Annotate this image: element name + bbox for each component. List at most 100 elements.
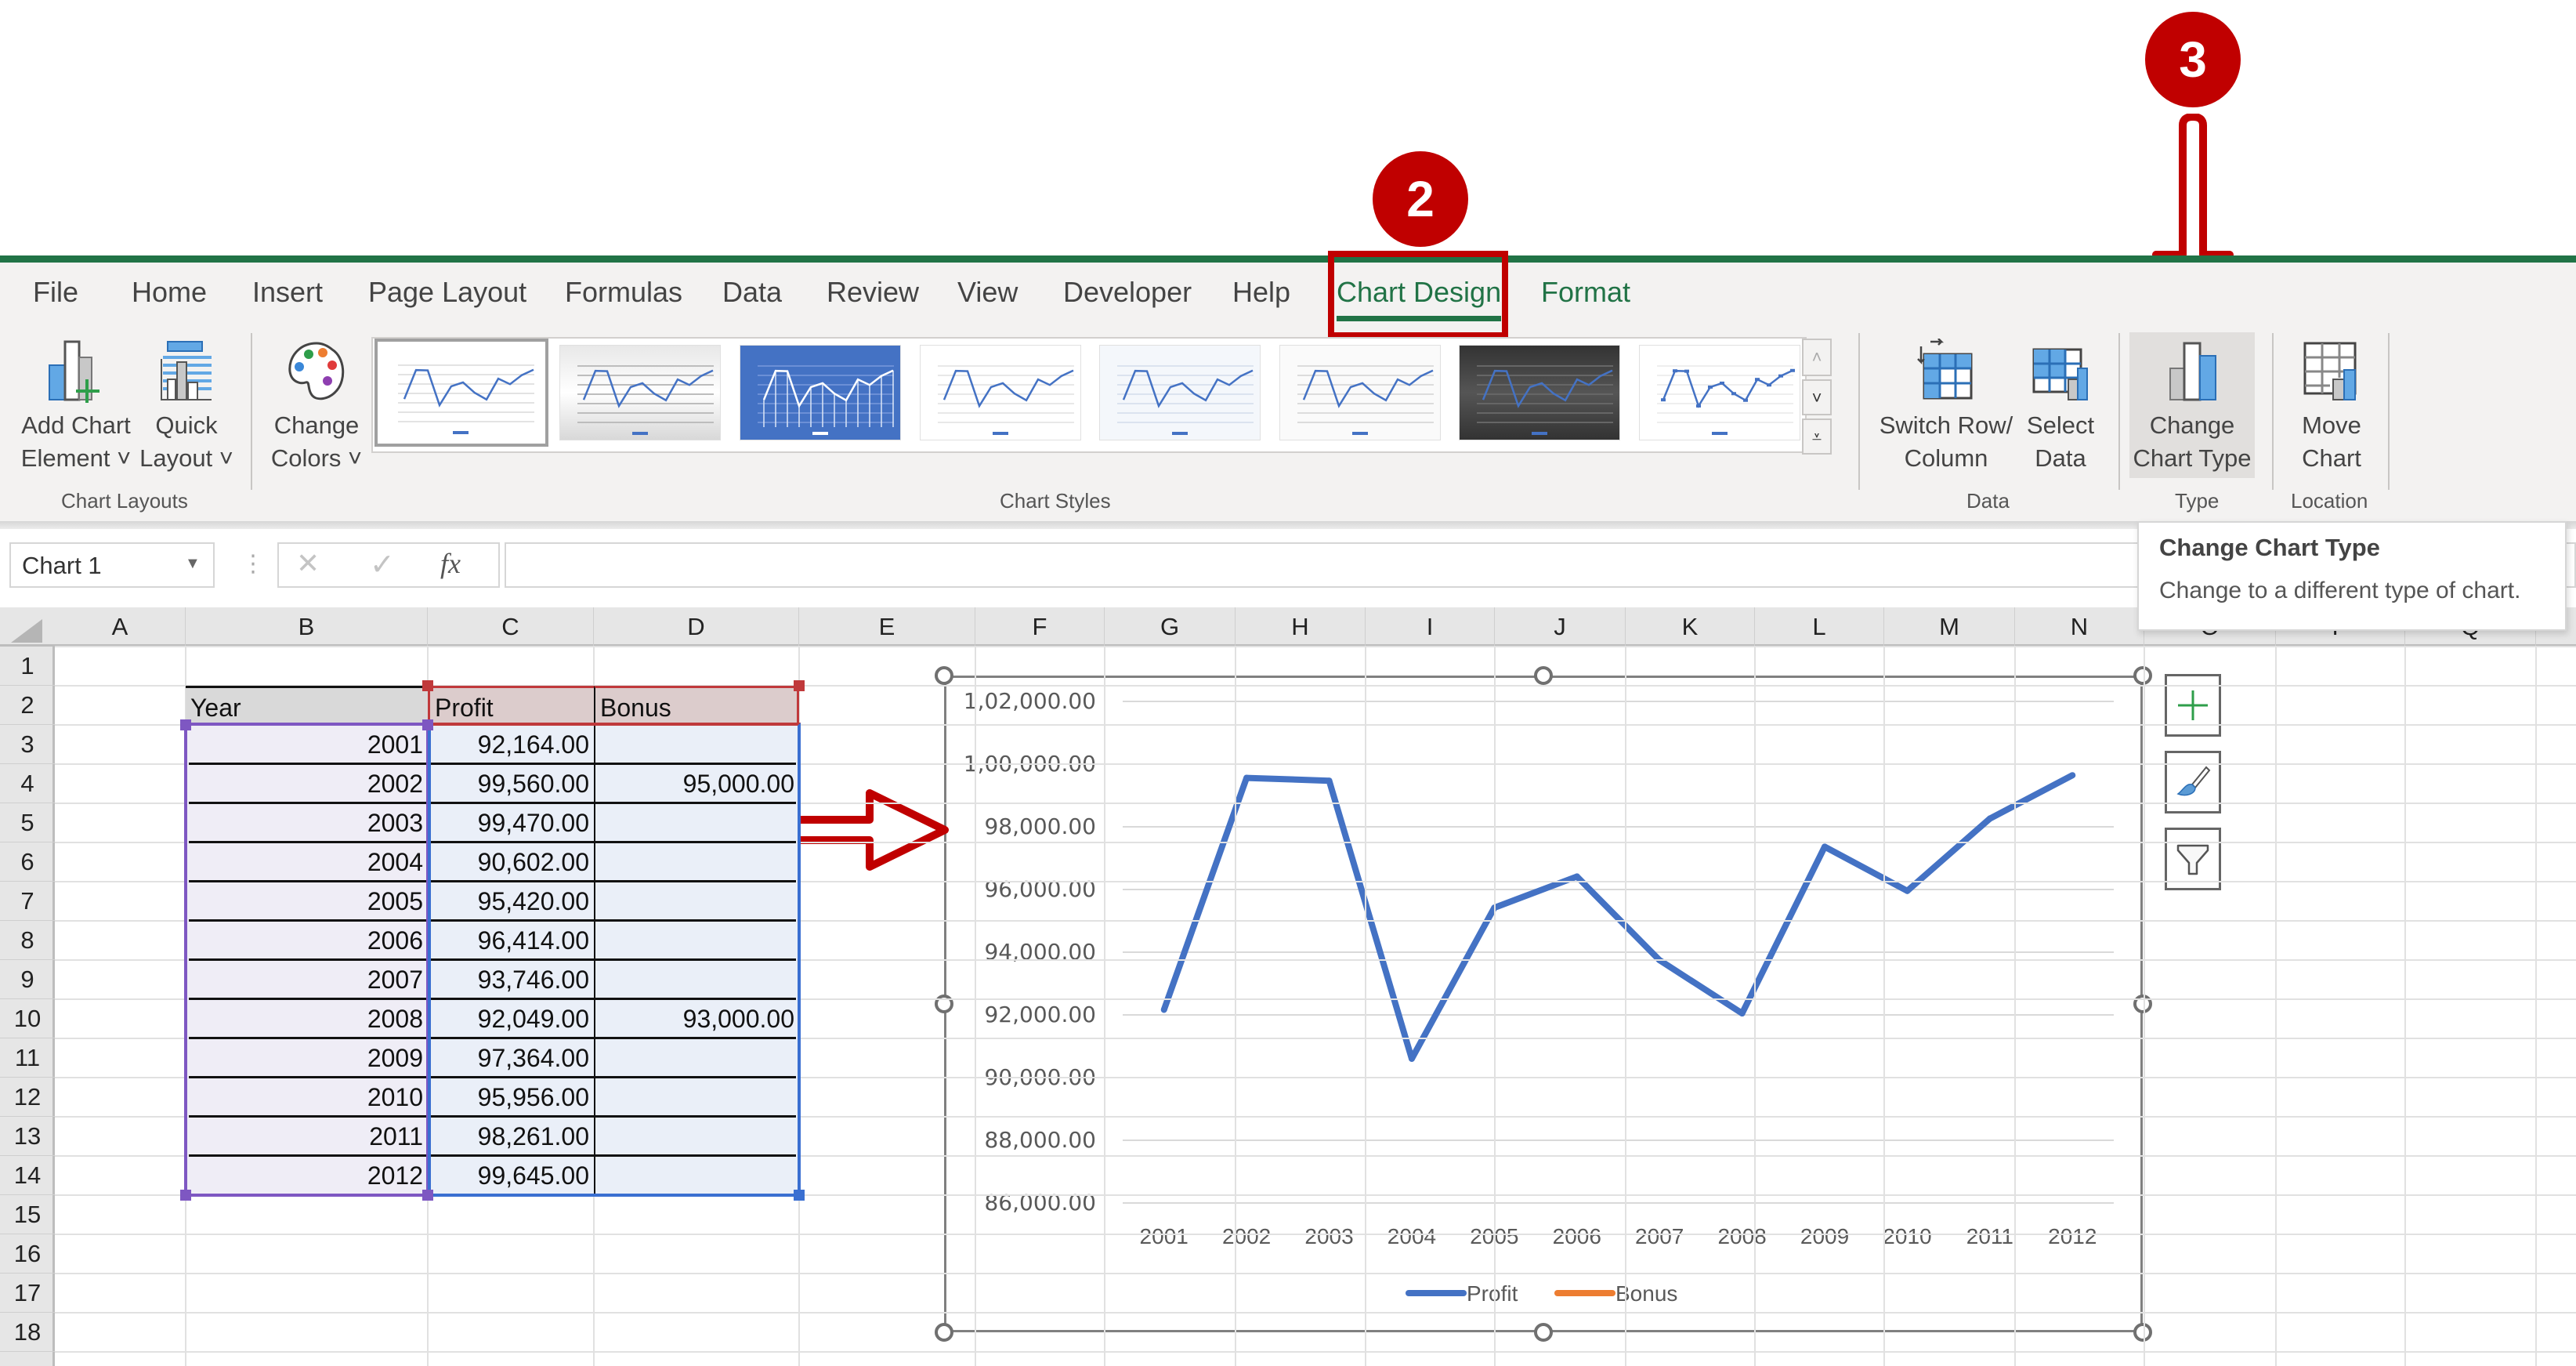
change-chart-type-button[interactable]: Change Chart Type: [2129, 339, 2255, 475]
chart-style-thumbnail[interactable]: [1639, 345, 1800, 440]
insert-function-icon[interactable]: fx: [440, 547, 461, 580]
row-header-8[interactable]: 8: [0, 921, 55, 960]
chart-style-thumbnail[interactable]: [1459, 345, 1620, 440]
tab-review[interactable]: Review: [827, 276, 919, 309]
column-header-h[interactable]: H: [1236, 607, 1366, 647]
column-header-g[interactable]: G: [1105, 607, 1236, 647]
chart-style-thumbnail[interactable]: [920, 345, 1081, 440]
row-header-15[interactable]: 15: [0, 1195, 55, 1234]
row-header-4[interactable]: 4: [0, 764, 55, 803]
row-header-11[interactable]: 11: [0, 1038, 55, 1078]
column-header-l[interactable]: L: [1755, 607, 1884, 647]
column-header-d[interactable]: D: [594, 607, 799, 647]
row-header-7[interactable]: 7: [0, 882, 55, 921]
tab-formulas[interactable]: Formulas: [565, 276, 682, 309]
tab-developer[interactable]: Developer: [1063, 276, 1192, 309]
column-header-n[interactable]: N: [2015, 607, 2144, 647]
chart-resize-handle[interactable]: [1534, 1323, 1553, 1342]
column-header-i[interactable]: I: [1366, 607, 1495, 647]
tab-help[interactable]: Help: [1232, 276, 1290, 309]
cancel-icon[interactable]: ✕: [296, 547, 320, 580]
chart-resize-handle[interactable]: [935, 995, 953, 1013]
column-header-e[interactable]: E: [799, 607, 975, 647]
enter-icon[interactable]: ✓: [370, 547, 395, 582]
data-point[interactable]: [1160, 1006, 1167, 1013]
chart-style-thumbnail[interactable]: [1099, 345, 1261, 440]
chart-resize-handle[interactable]: [2133, 995, 2152, 1013]
chart-resize-handle[interactable]: [935, 666, 953, 685]
row-header-1[interactable]: 1: [0, 647, 55, 686]
tab-format[interactable]: Format: [1541, 276, 1630, 309]
name-box-dropdown-icon[interactable]: ▼: [185, 555, 201, 573]
data-point[interactable]: [1904, 887, 1911, 894]
row-header-16[interactable]: 16: [0, 1234, 55, 1274]
column-header-c[interactable]: C: [428, 607, 594, 647]
column-header-m[interactable]: M: [1884, 607, 2015, 647]
chart-style-thumbnail[interactable]: [559, 345, 721, 440]
chart-style-thumbnail[interactable]: [740, 345, 901, 440]
column-header-a[interactable]: A: [55, 607, 186, 647]
tab-insert[interactable]: Insert: [252, 276, 323, 309]
data-point[interactable]: [1326, 777, 1333, 784]
tab-home[interactable]: Home: [132, 276, 207, 309]
range-handle[interactable]: [180, 719, 191, 730]
gallery-more-button[interactable]: ⩡: [1802, 418, 1832, 455]
chart-resize-handle[interactable]: [1534, 666, 1553, 685]
range-handle[interactable]: [794, 1190, 805, 1201]
row-header-2[interactable]: 2: [0, 686, 55, 725]
table-header-bonus[interactable]: Bonus: [594, 686, 799, 725]
column-header-f[interactable]: F: [975, 607, 1105, 647]
row-header-14[interactable]: 14: [0, 1156, 55, 1195]
add-chart-element-button[interactable]: Add Chart Element ˅: [17, 339, 135, 475]
row-header-17[interactable]: 17: [0, 1274, 55, 1313]
row-header-13[interactable]: 13: [0, 1117, 55, 1156]
range-handle[interactable]: [422, 680, 433, 691]
column-header-j[interactable]: J: [1495, 607, 1626, 647]
chart-style-thumbnail[interactable]: [1279, 345, 1441, 440]
tab-file[interactable]: File: [33, 276, 78, 309]
range-handle[interactable]: [422, 719, 433, 730]
row-header-10[interactable]: 10: [0, 999, 55, 1038]
chart-resize-handle[interactable]: [2133, 1323, 2152, 1342]
column-header-b[interactable]: B: [186, 607, 428, 647]
gallery-scroll-down-button[interactable]: ˅: [1802, 379, 1832, 415]
table-header-profit[interactable]: Profit: [428, 686, 594, 725]
row-header-18[interactable]: 18: [0, 1313, 55, 1352]
row-header-6[interactable]: 6: [0, 842, 55, 882]
change-colors-button[interactable]: Change Colors ˅: [263, 339, 370, 475]
tab-view[interactable]: View: [957, 276, 1018, 309]
data-point[interactable]: [1738, 1010, 1746, 1017]
select-all-corner[interactable]: [11, 619, 42, 643]
legend-label-profit[interactable]: Profit: [1467, 1281, 1518, 1306]
column-header-k[interactable]: K: [1626, 607, 1755, 647]
select-data-button[interactable]: Select Data: [2021, 339, 2100, 475]
data-point[interactable]: [1573, 873, 1580, 880]
data-point[interactable]: [2069, 772, 2076, 779]
chart-styles-button[interactable]: [2165, 751, 2221, 813]
tab-page-layout[interactable]: Page Layout: [368, 276, 526, 309]
name-box[interactable]: Chart 1: [9, 542, 215, 588]
row-header-3[interactable]: 3: [0, 725, 55, 764]
tab-data[interactable]: Data: [722, 276, 782, 309]
row-header-9[interactable]: 9: [0, 960, 55, 999]
switch-row-column-button[interactable]: Switch Row/ Column: [1874, 339, 2018, 475]
series-line-profit[interactable]: [1160, 772, 2075, 1062]
row-header-5[interactable]: 5: [0, 803, 55, 842]
move-chart-button[interactable]: Move Chart: [2288, 339, 2375, 475]
table-header-year[interactable]: Year: [186, 686, 428, 725]
range-handle[interactable]: [794, 680, 805, 691]
chart-resize-handle[interactable]: [935, 1323, 953, 1342]
data-point[interactable]: [1986, 815, 1993, 822]
range-handle[interactable]: [180, 1190, 191, 1201]
quick-layout-button[interactable]: Quick Layout ˅: [136, 339, 237, 475]
gallery-scroll-up-button[interactable]: ˄: [1802, 339, 1832, 376]
data-point[interactable]: [1822, 843, 1829, 850]
formula-bar-resize-handle[interactable]: ⋮: [241, 550, 265, 578]
chart-resize-handle[interactable]: [2133, 666, 2152, 685]
data-point[interactable]: [1243, 774, 1250, 781]
row-header-12[interactable]: 12: [0, 1078, 55, 1117]
chart-style-thumbnail[interactable]: [374, 339, 548, 447]
data-point[interactable]: [1408, 1055, 1415, 1062]
chart-elements-button[interactable]: [2165, 674, 2221, 737]
range-handle[interactable]: [422, 1190, 433, 1201]
